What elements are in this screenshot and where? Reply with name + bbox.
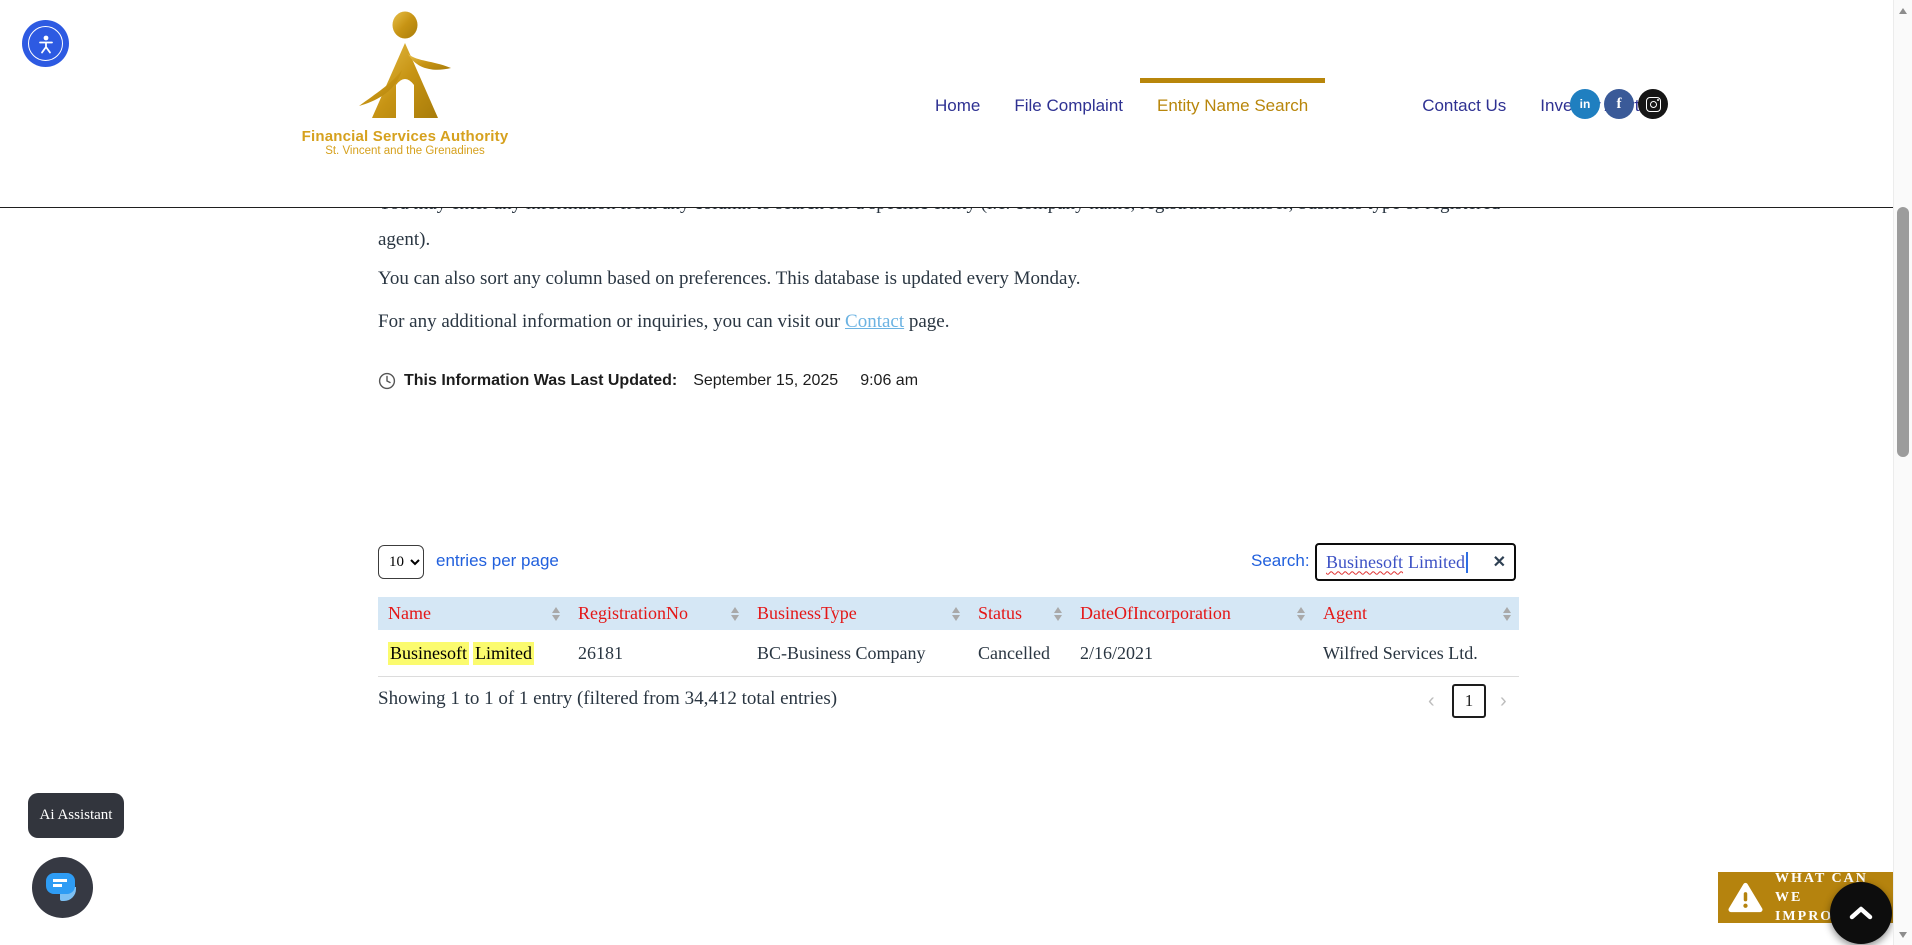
- nav-item-entity-name-search[interactable]: Entity Name Search: [1140, 78, 1325, 128]
- column-label: RegistrationNo: [578, 603, 688, 624]
- column-header-status[interactable]: Status: [968, 597, 1070, 630]
- nav-item-contact-us[interactable]: Contact Us: [1405, 78, 1523, 128]
- camera-glyph: [1646, 97, 1661, 112]
- column-header-dateofincorporation[interactable]: DateOfIncorporation: [1070, 597, 1313, 630]
- column-label: BusinessType: [757, 603, 857, 624]
- scroll-to-top-button[interactable]: [1830, 882, 1892, 944]
- cell-name: Businesoft Limited: [378, 630, 568, 676]
- accessibility-button[interactable]: [22, 20, 69, 67]
- cell-agent: Wilfred Services Ltd.: [1313, 630, 1519, 676]
- sort-icon: [1297, 606, 1306, 622]
- fsa-logo[interactable]: Financial Services Authority St. Vincent…: [300, 10, 510, 178]
- fsa-logo-figure: [355, 10, 455, 126]
- search-input[interactable]: Businesoft Limited ✕: [1315, 543, 1516, 581]
- page-size-select[interactable]: 10: [378, 545, 424, 579]
- nav-item-file-complaint[interactable]: File Complaint: [997, 78, 1140, 128]
- last-updated-date: September 15, 2025: [693, 372, 838, 390]
- logo-subtitle: St. Vincent and the Grenadines: [325, 145, 485, 157]
- main-nav: Home File Complaint Entity Name Search C…: [918, 78, 1665, 128]
- cell-business-type: BC-Business Company: [747, 630, 968, 676]
- search-value-word2: Limited: [1408, 552, 1465, 573]
- cell-registration-no: 26181: [568, 630, 747, 676]
- chat-bubble-icon: [46, 873, 75, 894]
- last-updated-time: 9:06 am: [860, 372, 918, 390]
- cell-status: Cancelled: [968, 630, 1070, 676]
- intro-paragraph-3-after: page.: [909, 311, 950, 332]
- site-header: Financial Services Authority St. Vincent…: [0, 0, 1893, 208]
- entities-table: Name RegistrationNo BusinessType Status …: [378, 597, 1519, 677]
- last-updated-label: This Information Was Last Updated:: [404, 372, 677, 390]
- clear-search-icon[interactable]: ✕: [1493, 552, 1506, 572]
- scrollbar-down-icon[interactable]: [1899, 932, 1907, 938]
- sort-icon: [1054, 606, 1063, 622]
- linkedin-icon[interactable]: in: [1570, 89, 1600, 119]
- pagination-next[interactable]: ›: [1500, 690, 1507, 713]
- scrollbar-up-icon[interactable]: [1899, 8, 1907, 14]
- last-updated-row: This Information Was Last Updated: Septe…: [378, 368, 918, 394]
- warning-icon: [1728, 881, 1763, 914]
- logo-title: Financial Services Authority: [302, 128, 509, 145]
- sort-icon: [731, 606, 740, 622]
- table-row: Businesoft Limited 26181 BC-Business Com…: [378, 630, 1519, 677]
- clock-icon: [378, 372, 396, 390]
- accessibility-icon: [28, 26, 63, 61]
- intro-paragraph-2: You can also sort any column based on pr…: [378, 268, 1080, 290]
- intro-paragraph-1-line2: agent).: [378, 222, 1578, 258]
- column-header-name[interactable]: Name: [378, 597, 568, 630]
- social-links: in f: [1570, 89, 1668, 119]
- highlighted-name-word1: Businesoft: [388, 642, 469, 665]
- sort-icon: [552, 606, 561, 622]
- chevron-up-icon: [1848, 905, 1874, 921]
- scrollbar-thumb[interactable]: [1897, 207, 1909, 457]
- column-label: Name: [388, 603, 431, 624]
- facebook-icon[interactable]: f: [1604, 89, 1634, 119]
- highlighted-name-word2: Limited: [473, 642, 534, 665]
- table-header-row: Name RegistrationNo BusinessType Status …: [378, 597, 1519, 630]
- ai-assistant-button[interactable]: Ai Assistant: [28, 793, 124, 838]
- contact-link[interactable]: Contact: [845, 311, 904, 332]
- intro-paragraph-3-before: For any additional information or inquir…: [378, 311, 840, 332]
- search-value-word1: Businesoft: [1326, 552, 1403, 573]
- feedback-line1: WHAT CAN: [1775, 869, 1895, 888]
- column-header-businesstype[interactable]: BusinessType: [747, 597, 968, 630]
- sort-icon: [1503, 606, 1512, 622]
- chat-button[interactable]: [32, 857, 93, 918]
- table-summary: Showing 1 to 1 of 1 entry (filtered from…: [378, 688, 837, 710]
- nav-item-home[interactable]: Home: [918, 78, 997, 128]
- pagination-prev[interactable]: ‹: [1428, 690, 1435, 713]
- column-header-registrationno[interactable]: RegistrationNo: [568, 597, 747, 630]
- intro-paragraph-3: For any additional information or inquir…: [378, 311, 950, 333]
- entries-per-page-label: entries per page: [436, 551, 559, 571]
- column-label: Status: [978, 603, 1022, 624]
- sort-icon: [952, 606, 961, 622]
- cell-date-of-incorporation: 2/16/2021: [1070, 630, 1313, 676]
- pagination-page-1[interactable]: 1: [1452, 684, 1486, 718]
- column-label: Agent: [1323, 603, 1367, 624]
- search-label: Search:: [1251, 551, 1310, 571]
- instagram-icon[interactable]: [1638, 89, 1668, 119]
- column-header-agent[interactable]: Agent: [1313, 597, 1519, 630]
- scrollbar: [1893, 0, 1912, 945]
- text-caret: [1466, 552, 1468, 573]
- column-label: DateOfIncorporation: [1080, 603, 1231, 624]
